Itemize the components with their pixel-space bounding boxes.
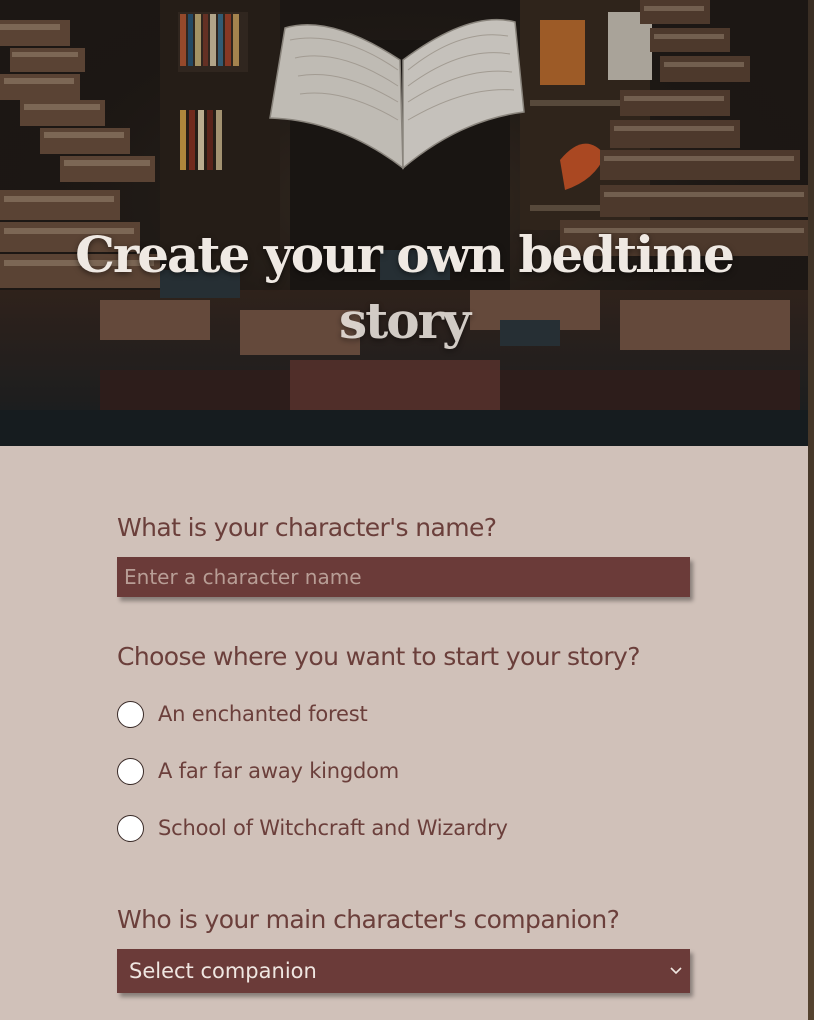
- radio-label: School of Witchcraft and Wizardry: [158, 816, 508, 840]
- radio-unchecked-icon[interactable]: [117, 814, 144, 842]
- radio-unchecked-icon[interactable]: [117, 700, 144, 728]
- page-title: Create your own bedtime story: [0, 222, 808, 354]
- radio-label: A far far away kingdom: [158, 759, 400, 783]
- window-edge: [808, 0, 814, 1020]
- companion-select[interactable]: Select companion: [117, 949, 690, 993]
- radio-option-witchcraft-school[interactable]: School of Witchcraft and Wizardry: [117, 813, 508, 843]
- title-line-2: story: [339, 291, 471, 350]
- radio-option-enchanted-forest[interactable]: An enchanted forest: [117, 699, 368, 729]
- character-name-question: What is your character's name?: [117, 513, 497, 542]
- character-name-input[interactable]: [117, 557, 690, 597]
- companion-question: Who is your main character's companion?: [117, 905, 620, 934]
- title-line-1: Create your own bedtime: [75, 225, 735, 284]
- radio-unchecked-icon[interactable]: [117, 757, 144, 785]
- companion-select-value: Select companion: [129, 959, 317, 983]
- chevron-down-icon[interactable]: [662, 949, 690, 993]
- hero-banner: Create your own bedtime story: [0, 0, 808, 446]
- radio-option-far-away-kingdom[interactable]: A far far away kingdom: [117, 756, 399, 786]
- page: Create your own bedtime story What is yo…: [0, 0, 808, 1020]
- story-location-question: Choose where you want to start your stor…: [117, 642, 640, 671]
- radio-label: An enchanted forest: [158, 702, 368, 726]
